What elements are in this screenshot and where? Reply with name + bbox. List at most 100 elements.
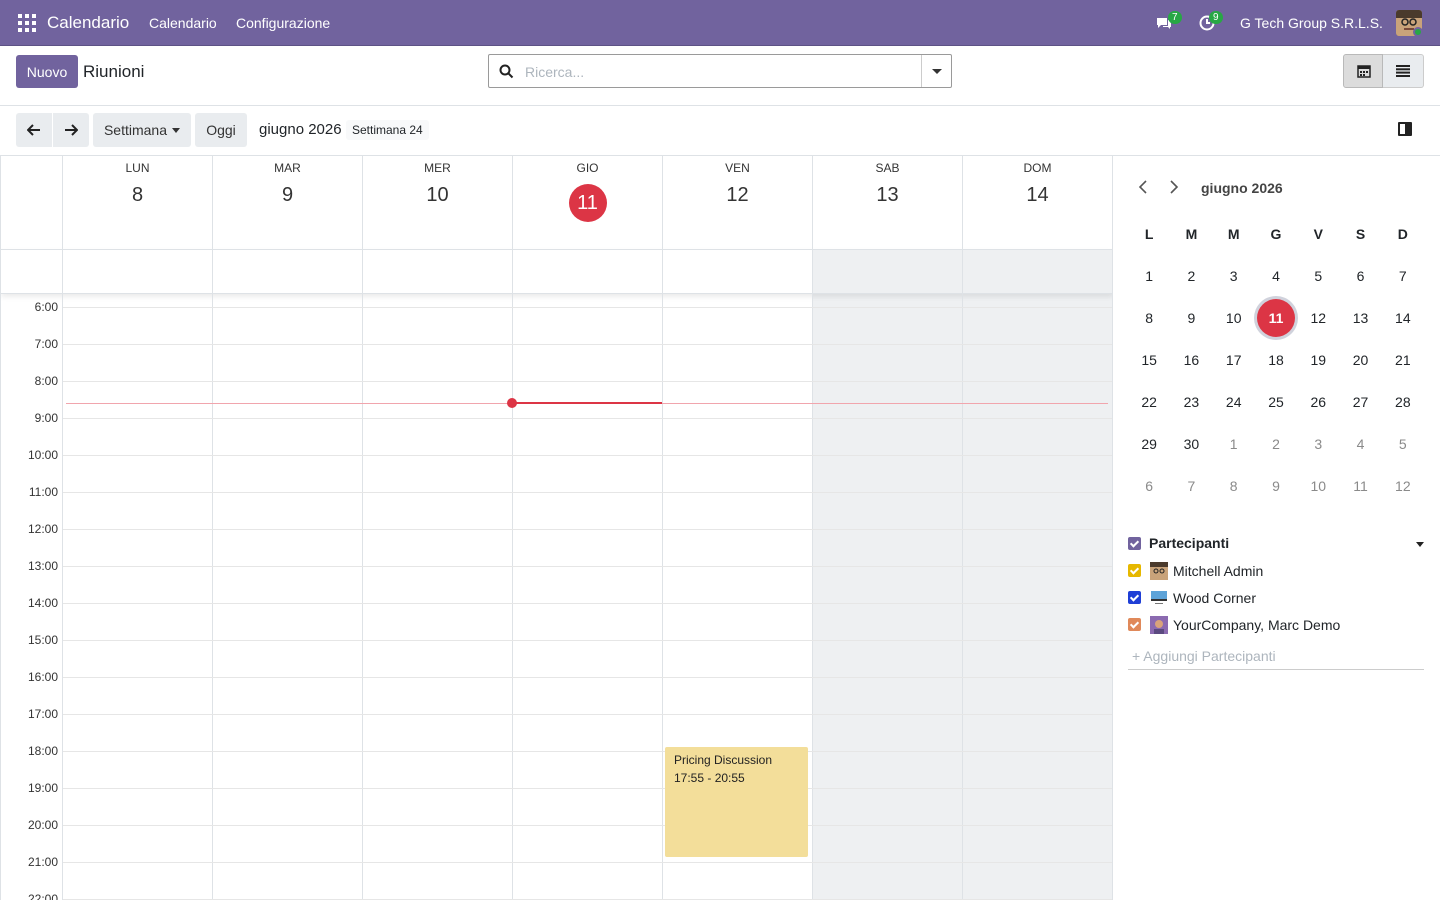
mini-calendar-day[interactable]: 21 — [1382, 352, 1424, 368]
mini-calendar-day[interactable]: 8 — [1213, 478, 1255, 494]
mini-calendar-day[interactable]: 14 — [1382, 310, 1424, 326]
scale-dropdown[interactable]: Settimana — [93, 113, 191, 147]
weekday-label: V — [1313, 226, 1323, 242]
search-bar[interactable]: Ricerca... — [488, 54, 952, 88]
sidebar-toggle-icon[interactable] — [1398, 122, 1412, 136]
mini-calendar-day[interactable]: 27 — [1339, 394, 1381, 410]
menu-configurazione[interactable]: Configurazione — [236, 15, 330, 31]
hour-label: 19:00 — [27, 781, 58, 795]
mini-calendar-day[interactable]: 18 — [1255, 352, 1297, 368]
mini-calendar-day[interactable]: 19 — [1297, 352, 1339, 368]
search-options-toggle[interactable] — [921, 55, 951, 87]
hour-line — [63, 492, 1112, 493]
calendar-icon — [1357, 65, 1371, 78]
event-time: 17:55 - 20:55 — [674, 771, 745, 785]
weekday-label: M — [1227, 226, 1240, 242]
mini-calendar-day[interactable]: 5 — [1297, 268, 1339, 284]
mini-calendar-day[interactable]: 25 — [1255, 394, 1297, 410]
mini-calendar-day[interactable]: 11 — [1255, 299, 1297, 337]
mini-calendar-day[interactable]: 9 — [1170, 310, 1212, 326]
mini-calendar-day[interactable]: 12 — [1297, 310, 1339, 326]
mini-calendar-day[interactable]: 24 — [1213, 394, 1255, 410]
weekday-label: L — [1144, 226, 1154, 242]
mini-calendar-day[interactable]: 26 — [1297, 394, 1339, 410]
calendar-view-button[interactable] — [1343, 54, 1383, 88]
hour-label: 10:00 — [27, 448, 58, 462]
search-icon — [499, 64, 514, 79]
mini-calendar-day[interactable]: 7 — [1382, 268, 1424, 284]
mini-calendar-day[interactable]: 10 — [1213, 310, 1255, 326]
divider — [0, 105, 1440, 106]
mini-calendar-day[interactable]: 16 — [1170, 352, 1212, 368]
today-marker: 11 — [568, 184, 607, 222]
hour-line — [63, 418, 1112, 419]
weekday-label: D — [1397, 226, 1408, 242]
hour-label: 18:00 — [27, 744, 58, 758]
add-attendee-input[interactable]: + Aggiungi Partecipanti — [1128, 648, 1424, 670]
weekday-label: G — [1270, 226, 1282, 242]
mini-calendar-day[interactable]: 2 — [1170, 268, 1212, 284]
mini-calendar-day[interactable]: 5 — [1382, 436, 1424, 452]
previous-button[interactable] — [16, 113, 52, 147]
hour-label: 21:00 — [27, 855, 58, 869]
next-button[interactable] — [53, 113, 89, 147]
mini-calendar-day[interactable]: 23 — [1170, 394, 1212, 410]
day-header-mon[interactable]: LUN 8 — [62, 156, 212, 249]
mini-calendar-day[interactable]: 12 — [1382, 478, 1424, 494]
mini-calendar-day[interactable]: 29 — [1128, 436, 1170, 452]
attendee-checkbox[interactable] — [1128, 564, 1141, 577]
mini-calendar-day[interactable]: 17 — [1213, 352, 1255, 368]
mini-calendar-day[interactable]: 22 — [1128, 394, 1170, 410]
mini-calendar-day[interactable]: 20 — [1339, 352, 1381, 368]
mini-calendar-day[interactable]: 3 — [1213, 268, 1255, 284]
menu-calendario[interactable]: Calendario — [149, 15, 217, 31]
mini-calendar-title: giugno 2026 — [1201, 180, 1283, 196]
search-input[interactable]: Ricerca... — [525, 64, 584, 80]
chevron-right-icon[interactable] — [1169, 180, 1179, 199]
mini-calendar-day[interactable]: 13 — [1339, 310, 1381, 326]
filter-all-checkbox[interactable] — [1128, 537, 1141, 550]
app-title[interactable]: Calendario — [47, 13, 129, 33]
mini-calendar-day[interactable]: 4 — [1255, 268, 1297, 284]
list-view-button[interactable] — [1383, 54, 1424, 88]
mini-calendar-day[interactable]: 2 — [1255, 436, 1297, 452]
hour-label: 22:00 — [27, 892, 58, 900]
mini-calendar-day[interactable]: 1 — [1213, 436, 1255, 452]
calendar-event[interactable]: Pricing Discussion 17:55 - 20:55 — [665, 747, 808, 857]
today-button[interactable]: Oggi — [195, 113, 247, 147]
mini-calendar-day[interactable]: 1 — [1128, 268, 1170, 284]
mini-calendar-day[interactable]: 7 — [1170, 478, 1212, 494]
event-title: Pricing Discussion — [674, 753, 773, 767]
company-switcher[interactable]: G Tech Group S.R.L.S. — [1240, 15, 1383, 31]
mini-calendar-day[interactable]: 3 — [1297, 436, 1339, 452]
day-header-thu[interactable]: GIO 11 — [512, 156, 662, 249]
mini-calendar-day[interactable]: 4 — [1339, 436, 1381, 452]
arrow-right-icon — [65, 124, 78, 136]
day-header-fri[interactable]: VEN 12 — [662, 156, 812, 249]
attendee-checkbox[interactable] — [1128, 591, 1141, 604]
apps-menu-icon[interactable] — [18, 14, 36, 32]
chevron-left-icon[interactable] — [1138, 180, 1148, 199]
day-header-sun[interactable]: DOM 14 — [962, 156, 1112, 249]
hour-label: 17:00 — [27, 707, 58, 721]
mini-calendar-day[interactable]: 15 — [1128, 352, 1170, 368]
caret-down-icon[interactable] — [1416, 542, 1424, 547]
period-title: giugno 2026 — [259, 121, 342, 138]
mini-calendar-day[interactable]: 28 — [1382, 394, 1424, 410]
mini-calendar-day[interactable]: 9 — [1255, 478, 1297, 494]
new-button[interactable]: Nuovo — [16, 55, 78, 88]
mini-calendar-day[interactable]: 6 — [1339, 268, 1381, 284]
day-header-wed[interactable]: MER 10 — [362, 156, 512, 249]
attendee-checkbox[interactable] — [1128, 618, 1141, 631]
hour-line — [63, 603, 1112, 604]
day-header-tue[interactable]: MAR 9 — [212, 156, 362, 249]
mini-calendar-day[interactable]: 30 — [1170, 436, 1212, 452]
day-header-sat[interactable]: SAB 13 — [812, 156, 962, 249]
all-day-row[interactable] — [1, 249, 1112, 294]
hour-label: 12:00 — [27, 522, 58, 536]
mini-calendar-day[interactable]: 6 — [1128, 478, 1170, 494]
mini-calendar-day[interactable]: 8 — [1128, 310, 1170, 326]
mini-calendar-day[interactable]: 10 — [1297, 478, 1339, 494]
mini-calendar-day[interactable]: 11 — [1339, 478, 1381, 494]
current-time-line-today — [512, 402, 662, 404]
